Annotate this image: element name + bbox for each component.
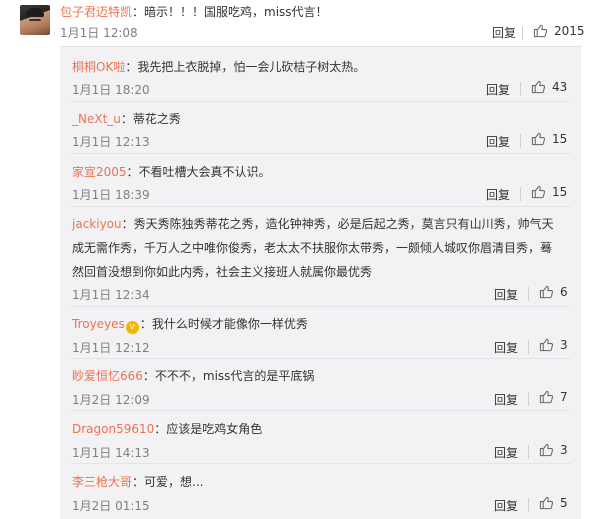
reply-button[interactable]: 回复 [494,286,518,303]
divider [528,287,529,301]
reply-button[interactable]: 回复 [494,444,518,461]
reply-text: ：秀天秀陈独秀蒂花之秀，造化钟神秀，必是后起之秀，莫言只有山川秀，帅气天成无需作… [72,217,554,279]
like-count: 15 [552,184,568,199]
divider [528,392,529,406]
thumbs-up-icon [531,132,546,146]
reply-text: ：蒂花之秀 [120,112,181,126]
like-button[interactable]: 5 [539,495,568,510]
timestamp: 1月1日 18:39 [72,188,150,202]
thumbs-up-icon [531,185,546,199]
username-link[interactable]: 包子君迈特凯 [60,5,132,19]
reply-button[interactable]: 回复 [494,339,518,356]
reply-button[interactable]: 回复 [492,24,516,41]
like-button[interactable]: 3 [539,337,568,352]
comment-body: 包子君迈特凯：暗示！！！国服吃鸡，miss代言！ [60,3,328,20]
timestamp: 1月2日 01:15 [72,499,150,513]
divider [528,445,529,459]
like-count: 15 [552,131,568,146]
comment-text: ：暗示！！！国服吃鸡，miss代言！ [132,5,328,19]
reply-button[interactable]: 回复 [486,133,510,150]
reply-text: ：应该是吃鸡女角色 [154,422,263,436]
row-divider [70,153,571,154]
like-button[interactable]: 2015 [533,23,585,38]
thumbs-up-icon [539,443,554,457]
timestamp: 1月1日 12:34 [72,288,150,302]
divider [522,26,523,40]
reply-body: _NeXt_u：蒂花之秀 [72,107,181,131]
thumbs-up-icon [531,80,546,94]
reply-text: ：可爱，想... [132,475,204,489]
reply-button[interactable]: 回复 [486,81,510,98]
like-button[interactable]: 43 [531,79,567,94]
username-link[interactable]: 桐桐OK啦 [72,60,125,74]
reply-button[interactable]: 回复 [494,391,518,408]
username-link[interactable]: Troyeyes [72,317,125,331]
like-count: 7 [560,389,568,404]
reply-button[interactable]: 回复 [494,497,518,514]
row-divider [70,410,571,411]
timestamp: 1月1日 12:08 [60,26,138,40]
reply-body: jackiyou：秀天秀陈独秀蒂花之秀，造化钟神秀，必是后起之秀，莫言只有山川秀… [72,212,562,284]
timestamp: 1月1日 12:13 [72,135,150,149]
reply-button[interactable]: 回复 [486,186,510,203]
divider [520,134,521,148]
divider [528,340,529,354]
username-link[interactable]: jackiyou [72,217,122,231]
timestamp: 1月2日 12:09 [72,393,150,407]
reply-text: ：我先把上衣脱掉，怕一会儿砍桔子树太热。 [125,60,366,74]
username-link[interactable]: _NeXt_u [72,112,121,126]
reply-body: 李三枪大哥：可爱，想... [72,470,203,494]
reply-text: ：不看吐槽大会真不认识。 [126,165,271,179]
like-count: 5 [560,495,568,510]
top-comment: 包子君迈特凯：暗示！！！国服吃鸡，miss代言！ 1月1日 12:08 回复 2… [0,0,599,44]
reply-text: ：不不不，miss代言的是平底锅 [142,369,315,383]
thumbs-up-icon [539,285,554,299]
like-count: 6 [560,284,568,299]
comment-meta: 1月1日 12:08 回复 2015 [0,22,599,42]
divider [520,187,521,201]
timestamp: 1月1日 12:12 [72,341,150,355]
timestamp: 1月1日 18:20 [72,83,150,97]
row-divider [70,306,571,307]
username-link[interactable]: 眇爱恒忆666 [72,369,143,383]
reply-body: 桐桐OK啦：我先把上衣脱掉，怕一会儿砍桔子树太热。 [72,55,365,79]
like-button[interactable]: 3 [539,442,568,457]
divider [520,82,521,96]
thumbs-up-icon [533,24,548,38]
reply-text: ：我什么时候才能像你一样优秀 [139,317,308,331]
like-count: 2015 [554,23,585,38]
reply-body: Troyeyes v ：我什么时候才能像你一样优秀 [72,312,308,336]
reply-body: 家宣2005：不看吐槽大会真不认识。 [72,160,271,184]
like-button[interactable]: 6 [539,284,568,299]
like-button[interactable]: 7 [539,389,568,404]
like-button[interactable]: 15 [531,131,567,146]
row-divider [70,206,571,207]
row-divider [70,358,571,359]
thumbs-up-icon [539,390,554,404]
like-button[interactable]: 15 [531,184,567,199]
like-count: 3 [560,337,568,352]
reply-body: 眇爱恒忆666：不不不，miss代言的是平底锅 [72,364,314,388]
divider [528,498,529,512]
row-divider [70,101,571,102]
username-link[interactable]: 李三枪大哥 [72,475,132,489]
thumbs-up-icon [539,338,554,352]
thumbs-up-icon [539,496,554,510]
username-link[interactable]: Dragon59610 [72,422,154,436]
timestamp: 1月1日 14:13 [72,446,150,460]
vip-badge-icon: v [125,321,139,334]
reply-body: Dragon59610：应该是吃鸡女角色 [72,417,262,441]
like-count: 3 [560,442,568,457]
username-link[interactable]: 家宣2005 [72,165,127,179]
like-count: 43 [552,79,568,94]
reply-list: 桐桐OK啦：我先把上衣脱掉，怕一会儿砍桔子树太热。 1月1日 18:20 回复 … [60,46,581,519]
row-divider [70,463,571,464]
